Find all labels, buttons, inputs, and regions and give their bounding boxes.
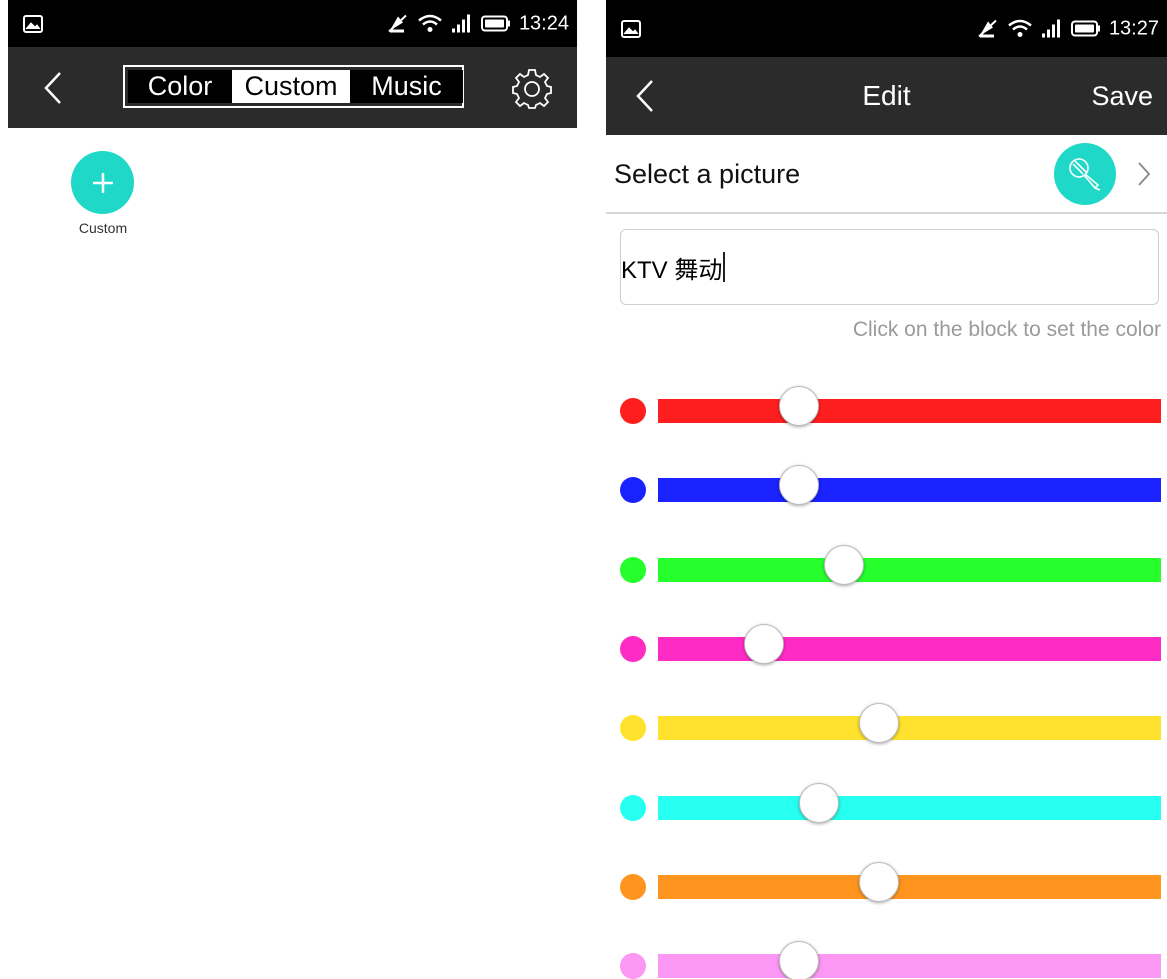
main-screen: 13:24 Color Custom Music Custom <box>8 0 577 979</box>
color-slider-row-green <box>606 544 1167 590</box>
tab-color-label: Color <box>147 71 213 101</box>
plus-icon <box>92 172 113 193</box>
color-swatch-green[interactable] <box>620 556 646 583</box>
tab-custom-label: Custom <box>244 71 338 101</box>
color-slider-track-magenta[interactable] <box>658 623 1161 664</box>
color-slider-track-pink[interactable] <box>658 941 1161 979</box>
picture-thumbnail <box>1054 143 1116 205</box>
tab-music-label: Music <box>371 71 442 101</box>
color-slider-row-orange <box>606 861 1167 907</box>
color-swatch-red[interactable] <box>620 398 646 424</box>
color-slider-row-magenta <box>606 623 1167 669</box>
gallery-notification-icon <box>621 19 641 38</box>
add-custom-button[interactable] <box>71 151 134 214</box>
clock: 13:27 <box>1108 17 1159 39</box>
wifi-icon <box>418 14 442 32</box>
gallery-notification-icon <box>23 14 43 33</box>
signal-icon <box>1041 19 1060 38</box>
page-title: Edit <box>862 80 911 111</box>
battery-icon <box>1070 20 1100 37</box>
chevron-right-icon <box>1138 162 1151 186</box>
color-swatch-magenta[interactable] <box>620 635 646 662</box>
mute-icon <box>978 19 997 38</box>
color-swatch-pink[interactable] <box>620 953 646 979</box>
microphone-icon <box>1069 158 1101 191</box>
slider-thumb-blue[interactable] <box>778 465 819 506</box>
status-bar: 13:24 <box>8 0 577 47</box>
color-swatch-orange[interactable] <box>620 873 646 900</box>
color-swatch-blue[interactable] <box>620 477 646 504</box>
wifi-icon <box>1008 19 1032 37</box>
slider-thumb-yellow[interactable] <box>859 703 900 744</box>
slider-thumb-pink[interactable] <box>778 941 819 979</box>
battery-icon <box>480 15 510 32</box>
tab-color[interactable]: Color <box>128 70 232 103</box>
top-app-bar: Edit Save <box>606 57 1167 135</box>
color-slider-track-orange[interactable] <box>658 861 1161 902</box>
clock: 13:24 <box>518 12 569 34</box>
color-slider-row-blue <box>606 465 1167 510</box>
color-slider-row-cyan <box>606 782 1167 828</box>
color-slider-track-blue[interactable] <box>658 465 1161 506</box>
color-slider-track-red[interactable] <box>658 386 1161 426</box>
signal-icon <box>451 14 470 33</box>
select-picture-row[interactable]: Select a picture <box>606 135 1167 214</box>
status-bar: 13:27 <box>606 0 1167 57</box>
tab-custom[interactable]: Custom <box>232 70 350 103</box>
color-slider-track-green[interactable] <box>658 544 1161 585</box>
save-button[interactable]: Save <box>1091 57 1153 135</box>
edit-screen: 13:27 Edit Save Select a picture KTV 舞动 … <box>606 0 1167 979</box>
mute-icon <box>388 14 407 33</box>
color-slider-track-yellow[interactable] <box>658 703 1161 744</box>
back-arrow-icon <box>44 71 61 104</box>
tab-music[interactable]: Music <box>350 70 463 103</box>
color-slider-row-yellow <box>606 703 1167 748</box>
name-input-value: KTV 舞动 <box>621 256 723 284</box>
select-picture-label: Select a picture <box>614 159 801 189</box>
slider-thumb-cyan[interactable] <box>798 782 839 823</box>
slider-thumb-orange[interactable] <box>859 861 900 902</box>
slider-thumb-magenta[interactable] <box>743 623 784 664</box>
color-slider-row-pink <box>606 941 1167 979</box>
top-app-bar: Color Custom Music <box>8 47 577 128</box>
color-slider-track-cyan[interactable] <box>658 782 1161 823</box>
color-swatch-cyan[interactable] <box>620 794 646 821</box>
slider-thumb-green[interactable] <box>824 544 865 585</box>
color-hint-text: Click on the block to set the color <box>852 318 1161 341</box>
mode-segmented-control: Color Custom Music <box>123 65 464 108</box>
slider-thumb-red[interactable] <box>778 386 819 426</box>
name-input[interactable]: KTV 舞动 <box>620 229 1159 305</box>
text-cursor <box>723 252 726 282</box>
back-button[interactable] <box>28 47 78 128</box>
settings-gear-icon[interactable] <box>511 67 553 109</box>
color-slider-row-red <box>606 386 1167 431</box>
add-custom-label: Custom <box>78 220 128 236</box>
color-swatch-yellow[interactable] <box>620 715 646 742</box>
